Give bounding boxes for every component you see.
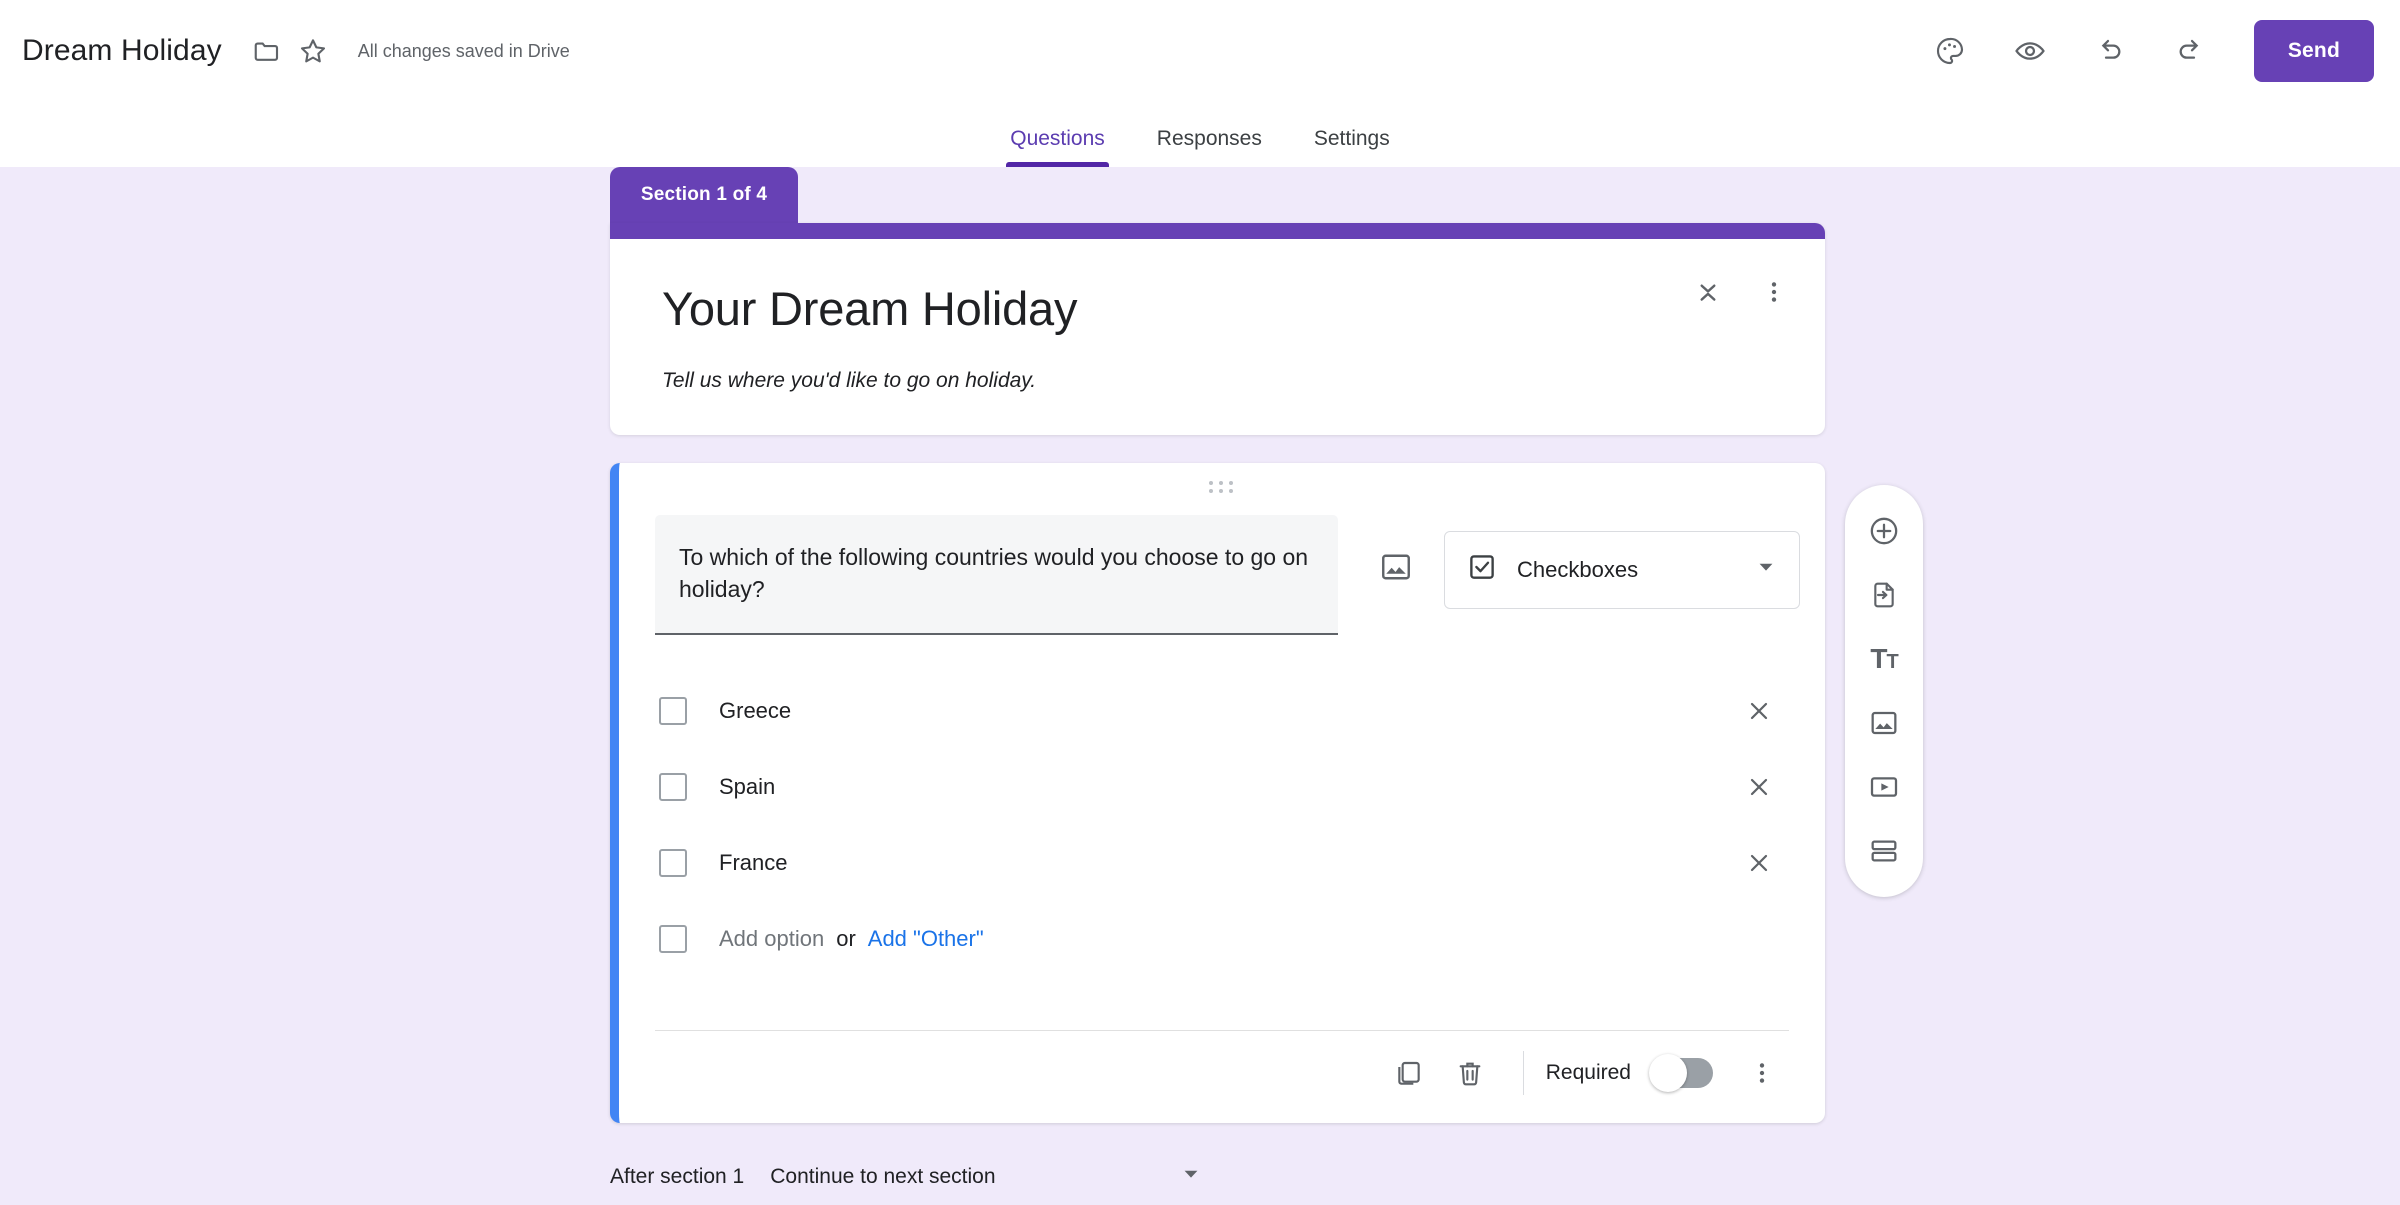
form-canvas: Section 1 of 4 Your Dream Holiday Tell u… <box>0 167 2400 1200</box>
option-checkbox-icon <box>659 849 687 877</box>
more-vert-icon[interactable] <box>1731 1042 1793 1104</box>
app-header: Dream Holiday All changes saved in Drive <box>0 0 2400 102</box>
form-title-card[interactable]: Your Dream Holiday Tell us where you'd l… <box>610 223 1825 435</box>
title-card-actions <box>1693 277 1787 312</box>
after-section-dropdown[interactable]: Continue to next section <box>770 1163 1202 1190</box>
option-checkbox-icon <box>659 925 687 953</box>
import-questions-button[interactable] <box>1848 563 1920 627</box>
remove-option-icon[interactable] <box>1737 765 1781 809</box>
insert-image-icon[interactable] <box>1368 539 1424 595</box>
options-list: Greece Spain <box>655 673 1789 977</box>
header-actions: Send <box>1924 0 2374 102</box>
question-text-wrap: To which of the following countries woul… <box>655 515 1338 635</box>
add-title-button[interactable]: TT <box>1848 627 1920 691</box>
tab-questions[interactable]: Questions <box>984 127 1131 167</box>
tab-settings[interactable]: Settings <box>1288 127 1416 167</box>
required-label: Required <box>1546 1061 1631 1085</box>
redo-icon[interactable] <box>2164 25 2216 77</box>
star-icon[interactable] <box>290 28 336 74</box>
question-type-label: Checkboxes <box>1517 557 1735 583</box>
add-option-row[interactable]: Add option or Add "Other" <box>655 901 1789 977</box>
section-indicator: Section 1 of 4 <box>610 167 798 223</box>
save-status: All changes saved in Drive <box>358 41 570 62</box>
remove-option-icon[interactable] <box>1737 841 1781 885</box>
question-footer: Required <box>1377 1037 1793 1109</box>
remove-option-icon[interactable] <box>1737 689 1781 733</box>
tab-responses[interactable]: Responses <box>1131 127 1288 167</box>
option-row[interactable]: Greece <box>655 673 1789 749</box>
option-checkbox-icon <box>659 697 687 725</box>
question-card[interactable]: To which of the following countries woul… <box>610 463 1825 1123</box>
footer-separator <box>1523 1051 1524 1095</box>
after-section-row: After section 1 Continue to next section <box>610 1149 1825 1205</box>
folder-icon[interactable] <box>244 28 290 74</box>
undo-icon[interactable] <box>2084 25 2136 77</box>
question-text-input[interactable]: To which of the following countries woul… <box>655 515 1338 635</box>
option-label[interactable]: France <box>719 850 1737 876</box>
palette-icon[interactable] <box>1924 25 1976 77</box>
add-section-button[interactable] <box>1848 819 1920 883</box>
option-row[interactable]: France <box>655 825 1789 901</box>
form-column: Section 1 of 4 Your Dream Holiday Tell u… <box>610 167 1825 1205</box>
footer-divider <box>655 1030 1789 1031</box>
add-item-toolbar: TT <box>1845 485 1923 897</box>
add-question-button[interactable] <box>1848 499 1920 563</box>
add-video-button[interactable] <box>1848 755 1920 819</box>
eye-icon[interactable] <box>2004 25 2056 77</box>
duplicate-icon[interactable] <box>1377 1042 1439 1104</box>
form-tabs: Questions Responses Settings <box>0 102 2400 167</box>
drag-handle-icon[interactable] <box>619 481 1825 493</box>
title-text-icon: TT <box>1870 643 1897 675</box>
add-option-or-label: or <box>836 926 856 952</box>
option-label[interactable]: Greece <box>719 698 1737 724</box>
add-image-button[interactable] <box>1848 691 1920 755</box>
after-section-label: After section 1 <box>610 1165 744 1189</box>
option-checkbox-icon <box>659 773 687 801</box>
chevron-down-icon <box>1755 556 1777 583</box>
page-title[interactable]: Your Dream Holiday <box>662 283 1773 335</box>
after-section-value: Continue to next section <box>770 1165 1180 1189</box>
trash-icon[interactable] <box>1439 1042 1501 1104</box>
checkbox-icon <box>1467 552 1497 587</box>
more-vert-icon[interactable] <box>1761 279 1787 310</box>
chevron-down-icon <box>1180 1163 1202 1190</box>
question-header: To which of the following countries woul… <box>655 515 1789 635</box>
document-title[interactable]: Dream Holiday <box>22 34 222 68</box>
add-option-button[interactable]: Add option <box>719 926 824 952</box>
form-description[interactable]: Tell us where you'd like to go on holida… <box>662 369 1773 393</box>
add-other-button[interactable]: Add "Other" <box>868 926 984 952</box>
collapse-icon[interactable] <box>1693 277 1723 312</box>
question-type-dropdown[interactable]: Checkboxes <box>1444 531 1800 609</box>
option-row[interactable]: Spain <box>655 749 1789 825</box>
send-button[interactable]: Send <box>2254 20 2374 82</box>
option-label[interactable]: Spain <box>719 774 1737 800</box>
required-toggle[interactable] <box>1651 1058 1713 1088</box>
